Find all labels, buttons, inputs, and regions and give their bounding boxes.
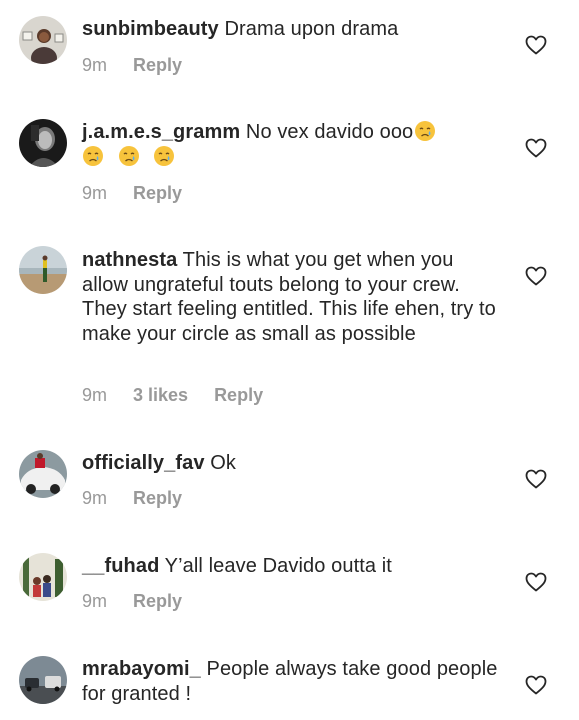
- comment-time: 9m: [82, 55, 108, 75]
- avatar[interactable]: [19, 553, 67, 601]
- crying-face-emoji: [83, 145, 103, 166]
- comment-text: mrabayomi_ People always take good peopl…: [82, 657, 502, 706]
- comment-username[interactable]: officially_fav: [82, 452, 205, 474]
- comment-time: 9m: [82, 591, 108, 611]
- heart-outline-icon[interactable]: [525, 675, 547, 695]
- comment-time: 9m: [82, 183, 108, 203]
- heart-outline-icon[interactable]: [525, 266, 547, 286]
- heart-outline-icon[interactable]: [525, 572, 547, 592]
- comment-meta: 9m Reply: [82, 55, 208, 76]
- reply-button[interactable]: Reply: [133, 183, 182, 203]
- avatar[interactable]: [19, 656, 67, 704]
- comment-meta: 9m Reply: [82, 591, 208, 612]
- heart-outline-icon[interactable]: [525, 469, 547, 489]
- comment-text: officially_fav Ok: [82, 451, 502, 476]
- crying-face-emoji: [118, 145, 139, 166]
- comment-username[interactable]: mrabayomi_: [82, 658, 201, 680]
- comment-text: __fuhad Y’all leave Davido outta it: [82, 554, 502, 579]
- comment-username[interactable]: j.a.m.e.s_gramm: [82, 121, 240, 143]
- crying-face-emoji: [154, 145, 175, 166]
- comment-meta: 9m Reply: [82, 183, 208, 204]
- comment-body: Ok: [204, 452, 236, 474]
- reply-button[interactable]: Reply: [133, 488, 182, 508]
- comment-text: nathnesta This is what you get when you …: [82, 248, 502, 346]
- comment-body: Drama upon drama: [218, 18, 399, 40]
- comment-meta: 9m 3 likes Reply: [82, 385, 289, 406]
- heart-outline-icon[interactable]: [525, 138, 547, 158]
- avatar[interactable]: [19, 16, 67, 64]
- comment-body: Y’all leave Davido outta it: [159, 555, 392, 577]
- comment-username[interactable]: nathnesta: [82, 249, 177, 271]
- comment-username[interactable]: sunbimbeauty: [82, 18, 219, 40]
- reply-button[interactable]: Reply: [133, 591, 182, 611]
- comment-body: No vex davido ooo: [240, 121, 414, 143]
- comment-meta: 9m Reply: [82, 488, 208, 509]
- comment-text: sunbimbeauty Drama upon drama: [82, 17, 502, 42]
- comment-time: 9m: [82, 488, 108, 508]
- avatar[interactable]: [19, 119, 67, 167]
- reply-button[interactable]: Reply: [214, 385, 263, 405]
- avatar[interactable]: [19, 246, 67, 294]
- reply-button[interactable]: Reply: [133, 55, 182, 75]
- avatar[interactable]: [19, 450, 67, 498]
- likes-count[interactable]: 3 likes: [133, 385, 188, 405]
- heart-outline-icon[interactable]: [525, 35, 547, 55]
- crying-face-emoji: [415, 121, 436, 141]
- comment-text: j.a.m.e.s_gramm No vex davido ooo: [82, 120, 502, 169]
- comment-time: 9m: [82, 385, 108, 405]
- comment-username[interactable]: __fuhad: [82, 555, 159, 577]
